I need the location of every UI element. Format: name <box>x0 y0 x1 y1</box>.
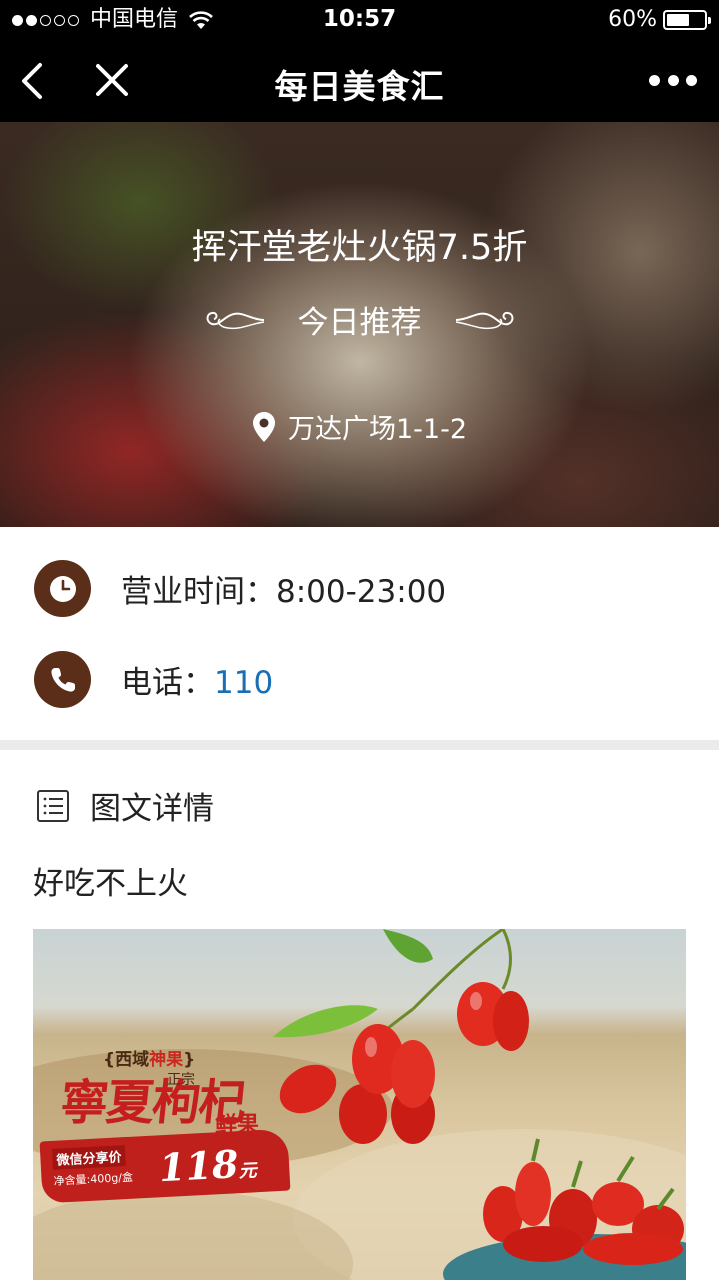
hero-location[interactable]: 万达广场1-1-2 <box>0 407 719 446</box>
hero-title: 挥汗堂老灶火锅7.5折 <box>191 228 528 268</box>
details-title: 图文详情 <box>90 791 214 827</box>
location-text: 万达广场1-1-2 <box>287 414 468 445</box>
hero-banner: 挥汗堂老灶火锅7.5折 今日推荐 万达广场1-1-2 <box>0 122 719 527</box>
price-tag: 微信分享价 净含量:400g/盒 118元 <box>39 1128 291 1204</box>
hero-subtitle: 今日推荐 <box>297 305 422 341</box>
section-divider <box>0 740 719 750</box>
nav-bar: 每日美食汇 <box>0 40 719 122</box>
price-number: 118 <box>157 1141 240 1191</box>
status-bar: 中国电信 10:57 60% <box>0 0 719 40</box>
more-dot <box>649 74 660 86</box>
banner-authentic-tag: 正宗 <box>167 1072 195 1088</box>
battery-percent: 60% <box>608 7 657 32</box>
business-hours-row: 营业时间：8:00-23:00 <box>34 560 446 617</box>
battery-icon <box>663 9 711 30</box>
more-options-icon[interactable] <box>649 70 697 90</box>
price-label: 微信分享价 <box>51 1145 126 1170</box>
phone-text: 电话：110 <box>121 657 273 702</box>
hero-subtitle-row: 今日推荐 <box>0 297 719 342</box>
page-title: 每日美食汇 <box>274 67 445 106</box>
battery-status: 60% <box>608 7 711 32</box>
location-pin-icon <box>252 411 275 442</box>
product-image: {西域神果} 寧夏枸杞 正宗 鲜果 微信分享价 净含量:400g/盒 118元 <box>33 929 686 1280</box>
clock-icon <box>34 560 91 617</box>
left-swirl-ornament-icon <box>206 311 264 329</box>
hours-value: 8:00-23:00 <box>276 574 447 610</box>
battery-fill <box>667 13 689 26</box>
price-value: 118元 <box>158 1140 258 1190</box>
price-unit: 元 <box>238 1160 258 1183</box>
more-dot <box>667 74 679 86</box>
more-dot <box>686 74 697 86</box>
right-swirl-ornament-icon <box>455 311 513 329</box>
hours-label: 营业时间： <box>121 574 276 610</box>
phone-number-link[interactable]: 110 <box>214 665 273 701</box>
details-text: 好吃不上火 <box>33 866 188 902</box>
phone-row[interactable]: 电话：110 <box>34 651 273 708</box>
phone-label: 电话： <box>121 665 214 701</box>
list-icon <box>37 789 69 822</box>
price-weight: 净含量:400g/盒 <box>53 1170 134 1188</box>
details-header: 图文详情 <box>36 783 214 828</box>
business-hours-text: 营业时间：8:00-23:00 <box>121 566 446 611</box>
phone-icon <box>34 651 91 708</box>
